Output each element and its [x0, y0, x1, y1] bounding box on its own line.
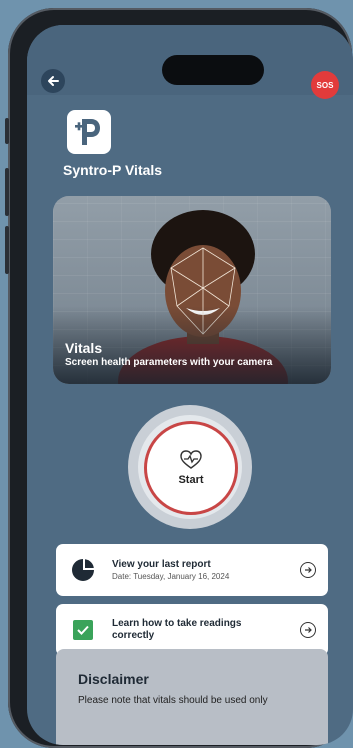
start-button[interactable]: Start	[144, 421, 238, 515]
start-button-ring-outer: Start	[128, 405, 252, 529]
report-card-title: View your last report	[112, 559, 211, 570]
arrow-right-circle-icon[interactable]	[300, 622, 316, 638]
phone-frame: SOS Syntro-P Vitals Vitals Screen health…	[5, 8, 353, 748]
heart-pulse-icon	[180, 450, 202, 469]
hero-subtitle: Screen health parameters with your camer…	[65, 357, 273, 368]
app-logo	[67, 110, 111, 154]
phone-screen: SOS Syntro-P Vitals Vitals Screen health…	[27, 25, 353, 745]
disclaimer-title: Disclaimer	[78, 671, 149, 687]
vitals-hero-card[interactable]: Vitals Screen health parameters with you…	[53, 196, 331, 384]
sos-button[interactable]: SOS	[311, 71, 339, 99]
arrow-right-circle-icon[interactable]	[300, 562, 316, 578]
report-card-text: View your last report Date: Tuesday, Jan…	[112, 559, 300, 581]
start-button-ring: Start	[138, 415, 242, 519]
start-label: Start	[178, 474, 204, 486]
disclaimer-text: Please note that vitals should be used o…	[78, 695, 268, 706]
view-last-report-card[interactable]: View your last report Date: Tuesday, Jan…	[56, 544, 328, 596]
dynamic-island	[162, 55, 264, 85]
mute-switch	[5, 118, 9, 144]
arrow-left-icon	[48, 76, 59, 86]
volume-down-button	[5, 226, 9, 274]
back-button[interactable]	[41, 69, 65, 93]
report-card-date: Date: Tuesday, January 16, 2024	[112, 572, 230, 581]
app-title: Syntro-P Vitals	[63, 162, 163, 178]
hero-title: Vitals	[65, 340, 103, 356]
volume-up-button	[5, 168, 9, 216]
syntro-p-plus-logo	[75, 119, 100, 145]
learn-card-text: Learn how to take readings correctly	[112, 618, 300, 642]
pie-chart-icon	[70, 557, 96, 583]
disclaimer-card: Disclaimer Please note that vitals shoul…	[56, 649, 328, 745]
learn-card-title: Learn how to take readings correctly	[112, 618, 242, 641]
checkbox-icon	[70, 617, 96, 643]
